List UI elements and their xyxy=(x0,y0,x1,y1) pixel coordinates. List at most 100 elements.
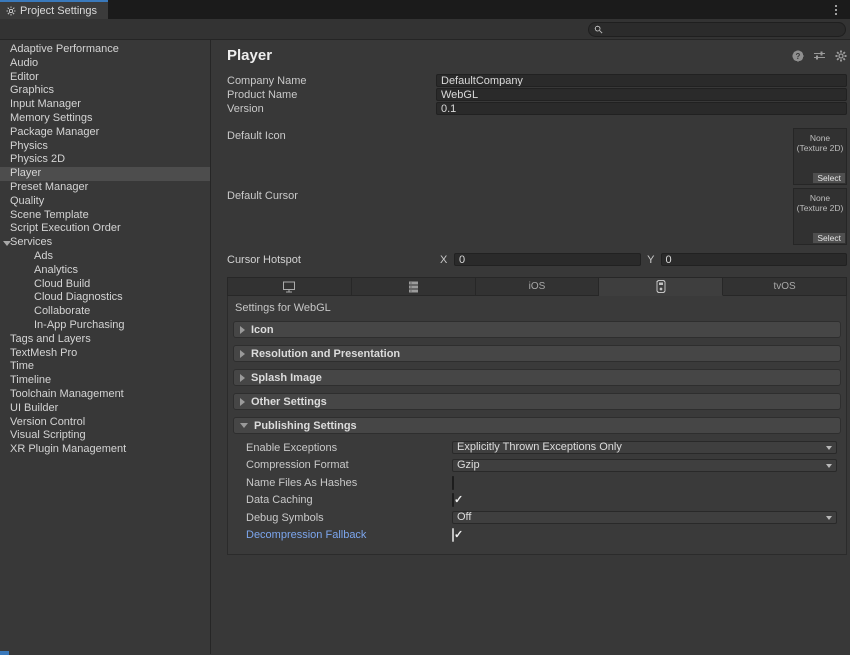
settings-category-sidebar: Adaptive Performance Audio Editor Graphi… xyxy=(0,40,211,654)
kebab-menu-icon[interactable] xyxy=(830,2,842,17)
sidebar-item-label: Quality xyxy=(10,195,44,207)
sidebar-item[interactable]: Collaborate xyxy=(0,305,210,319)
chevron-down-icon xyxy=(826,446,832,450)
hotspot-y-field[interactable] xyxy=(661,253,848,266)
sidebar-item-label: Time xyxy=(10,360,34,372)
hotspot-x-field[interactable] xyxy=(454,253,641,266)
sidebar-item[interactable]: Adaptive Performance xyxy=(0,43,210,57)
sidebar-item-label: Input Manager xyxy=(10,98,81,110)
gear-icon xyxy=(6,6,16,16)
sidebar-item[interactable]: Visual Scripting xyxy=(0,429,210,443)
sidebar-item[interactable]: Time xyxy=(0,360,210,374)
tab-tvos[interactable]: tvOS xyxy=(723,277,847,296)
project-settings-window: Project Settings Adaptive Performance xyxy=(0,0,850,655)
enable-exceptions-dropdown[interactable]: Explicitly Thrown Exceptions Only xyxy=(452,441,837,454)
sidebar-item-label: Package Manager xyxy=(10,126,99,138)
foldout-collapsed-icon xyxy=(240,350,245,358)
sidebar-item-label: Cloud Diagnostics xyxy=(34,291,123,303)
tab-dedicated-server[interactable] xyxy=(352,277,476,296)
sidebar-item[interactable]: Input Manager xyxy=(0,98,210,112)
select-button[interactable]: Select xyxy=(813,233,845,243)
company-name-row: Company Name xyxy=(227,74,847,87)
sidebar-item-label: XR Plugin Management xyxy=(10,443,126,455)
sidebar-item[interactable]: Tags and Layers xyxy=(0,333,210,347)
sidebar-item[interactable]: Quality xyxy=(0,195,210,209)
sidebar-item-label: Script Execution Order xyxy=(10,222,121,234)
gear-icon[interactable] xyxy=(835,50,847,62)
debug-symbols-dropdown[interactable]: Off xyxy=(452,511,837,524)
sidebar-item[interactable]: Toolchain Management xyxy=(0,388,210,402)
sidebar-item[interactable]: In-App Purchasing xyxy=(0,319,210,333)
foldout-section-header[interactable]: Splash Image xyxy=(233,369,841,386)
sidebar-item-label: Preset Manager xyxy=(10,181,88,193)
foldout-section-header[interactable]: Icon xyxy=(233,321,841,338)
sidebar-item[interactable]: Physics xyxy=(0,140,210,154)
sidebar-item-label: Collaborate xyxy=(34,305,90,317)
window-tab-title: Project Settings xyxy=(20,5,97,17)
sidebar-item-label: Analytics xyxy=(34,264,78,276)
data-caching-checkbox[interactable] xyxy=(452,493,454,507)
foldout-expanded-icon xyxy=(240,423,248,428)
compression-format-dropdown[interactable]: Gzip xyxy=(452,459,837,472)
sidebar-item[interactable]: Physics 2D xyxy=(0,153,210,167)
default-icon-label: Default Icon xyxy=(227,128,793,142)
search-box[interactable] xyxy=(588,22,846,37)
sidebar-item[interactable]: Editor xyxy=(0,71,210,85)
publishing-settings-header[interactable]: Publishing Settings xyxy=(233,417,841,434)
sidebar-item[interactable]: Ads xyxy=(0,250,210,264)
help-icon[interactable]: ? xyxy=(792,50,804,62)
debug-symbols-row: Debug Symbols Off xyxy=(228,511,846,524)
version-field[interactable] xyxy=(436,102,847,115)
sidebar-item[interactable]: Graphics xyxy=(0,84,210,98)
enable-exceptions-row: Enable Exceptions Explicitly Thrown Exce… xyxy=(228,441,846,454)
tab-standalone[interactable] xyxy=(227,277,352,296)
decompression-fallback-row: Decompression Fallback xyxy=(228,529,846,542)
sidebar-item[interactable]: Player xyxy=(0,167,210,181)
default-cursor-object-field[interactable]: None (Texture 2D) Select xyxy=(793,188,847,245)
sidebar-item[interactable]: Cloud Diagnostics xyxy=(0,291,210,305)
settings-for-platform-heading: Settings for WebGL xyxy=(228,296,846,321)
version-label: Version xyxy=(227,103,436,115)
sidebar-item[interactable]: Services xyxy=(0,236,210,250)
foldout-triangle-icon[interactable] xyxy=(3,241,11,246)
tab-ios[interactable]: iOS xyxy=(476,277,600,296)
bottom-left-accent xyxy=(0,651,9,655)
sidebar-item[interactable]: Version Control xyxy=(0,416,210,430)
sidebar-item[interactable]: Analytics xyxy=(0,264,210,278)
sidebar-item-label: Version Control xyxy=(10,416,85,428)
sidebar-item-label: Graphics xyxy=(10,84,54,96)
sidebar-item[interactable]: Timeline xyxy=(0,374,210,388)
foldout-section-header[interactable]: Other Settings xyxy=(233,393,841,410)
project-settings-tab[interactable]: Project Settings xyxy=(0,0,108,19)
sidebar-item[interactable]: Scene Template xyxy=(0,209,210,223)
sidebar-item[interactable]: Script Execution Order xyxy=(0,222,210,236)
debug-symbols-label: Debug Symbols xyxy=(246,512,452,524)
sidebar-item-label: Audio xyxy=(10,57,38,69)
tab-webgl[interactable] xyxy=(599,277,723,296)
sidebar-item-label: Adaptive Performance xyxy=(10,43,119,55)
foldout-section-header[interactable]: Resolution and Presentation xyxy=(233,345,841,362)
company-name-label: Company Name xyxy=(227,75,436,87)
sidebar-item[interactable]: Memory Settings xyxy=(0,112,210,126)
sidebar-item[interactable]: Audio xyxy=(0,57,210,71)
search-input[interactable] xyxy=(603,24,840,35)
decompression-fallback-checkbox[interactable] xyxy=(452,528,454,542)
select-button[interactable]: Select xyxy=(813,173,845,183)
presets-icon[interactable] xyxy=(813,50,826,61)
sidebar-item[interactable]: TextMesh Pro xyxy=(0,347,210,361)
sidebar-item-label: Toolchain Management xyxy=(10,388,124,400)
default-icon-object-field[interactable]: None (Texture 2D) Select xyxy=(793,128,847,185)
sidebar-item[interactable]: Package Manager xyxy=(0,126,210,140)
monitor-icon xyxy=(282,281,296,293)
name-files-as-hashes-checkbox[interactable] xyxy=(452,476,454,490)
sidebar-item[interactable]: XR Plugin Management xyxy=(0,443,210,457)
object-type: (Texture 2D) xyxy=(794,203,846,213)
sidebar-item[interactable]: Cloud Build xyxy=(0,278,210,292)
sidebar-item[interactable]: UI Builder xyxy=(0,402,210,416)
foldout-section-label: Icon xyxy=(251,324,274,336)
sidebar-item-label: Physics 2D xyxy=(10,153,65,165)
settings-toolbar xyxy=(0,19,850,40)
sidebar-item[interactable]: Preset Manager xyxy=(0,181,210,195)
product-name-field[interactable] xyxy=(436,88,847,101)
company-name-field[interactable] xyxy=(436,74,847,87)
